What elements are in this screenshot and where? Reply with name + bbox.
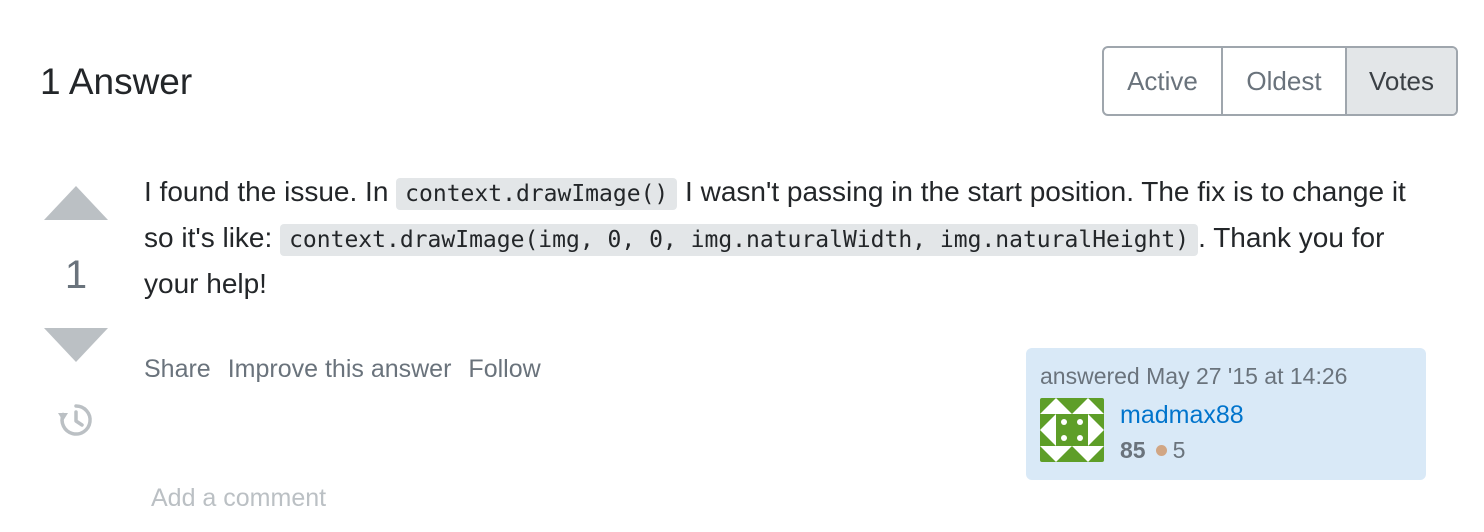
bronze-badge-count: 5 — [1172, 437, 1186, 463]
answered-timestamp: answered May 27 '15 at 14:26 — [1040, 363, 1348, 389]
user-avatar[interactable] — [1040, 398, 1104, 462]
answer-text-1: I found the issue. In — [144, 176, 397, 207]
bronze-badge: 5 — [1155, 436, 1186, 464]
bronze-badge-icon — [1155, 444, 1167, 456]
downvote-arrow-icon[interactable] — [44, 328, 108, 362]
add-comment-link[interactable]: Add a comment — [151, 482, 326, 514]
upvote-arrow-icon[interactable] — [44, 186, 108, 220]
history-icon[interactable] — [56, 400, 96, 440]
user-stats: 85 5 — [1120, 436, 1185, 464]
improve-answer-link[interactable]: Improve this answer — [228, 352, 452, 386]
sort-oldest-button[interactable]: Oldest — [1221, 48, 1345, 114]
follow-link[interactable]: Follow — [468, 352, 540, 386]
sort-votes-button[interactable]: Votes — [1345, 48, 1456, 114]
answers-count-heading: 1 Answer — [40, 61, 193, 102]
post-menu: Share Improve this answer Follow — [144, 352, 541, 386]
sort-active-button[interactable]: Active — [1104, 48, 1221, 114]
username-link[interactable]: madmax88 — [1120, 400, 1244, 430]
sort-button-group: Active Oldest Votes — [1102, 46, 1458, 116]
user-card: answered May 27 '15 at 14:26 madmax88 85… — [1026, 348, 1426, 480]
answer-body: I found the issue. In context.drawImage(… — [144, 170, 1434, 306]
inline-code-1: context.drawImage() — [396, 178, 678, 210]
vote-count: 1 — [64, 253, 88, 297]
inline-code-2: context.drawImage(img, 0, 0, img.natural… — [280, 224, 1199, 256]
share-link[interactable]: Share — [144, 352, 211, 386]
reputation-score: 85 — [1120, 437, 1146, 463]
